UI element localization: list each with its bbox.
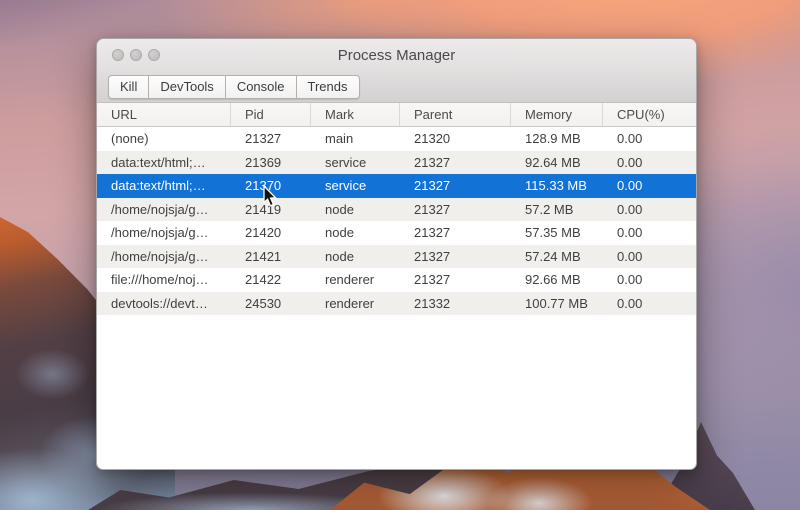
table-cell: 21327 — [414, 178, 451, 194]
column-header-pid[interactable]: Pid — [231, 103, 311, 126]
table-cell: data:text/html;… — [111, 178, 206, 194]
table-cell: 21327 — [414, 225, 451, 241]
table-row[interactable]: data:text/html;… 21369 service 21327 92.64 M… — [97, 150, 696, 174]
table-cell: 0.00 — [617, 131, 643, 147]
table-cell: 21327 — [414, 248, 451, 264]
table-cell: /home/nojsja/g… — [111, 248, 209, 264]
minimize-button-icon[interactable] — [130, 49, 142, 61]
table-cell: 21327 — [414, 272, 451, 288]
table-row[interactable]: data:text/html;… 21370 service 21327 115.33 … — [97, 174, 696, 198]
table-cell: 100.77 MB — [525, 295, 588, 311]
table-cell: 21327 — [414, 201, 451, 217]
table-cell: 21332 — [414, 295, 451, 311]
table-cell: 21369 — [245, 154, 282, 170]
table-cell: 0.00 — [617, 295, 643, 311]
window-title: Process Manager — [337, 46, 456, 64]
table-cell: devtools://devt… — [111, 295, 208, 311]
table-cell: 21327 — [414, 154, 451, 170]
table-cell: /home/nojsja/g… — [111, 201, 209, 217]
table-row[interactable]: /home/nojsja/g… 21419 node 21327 57.2 MB 0.00 — [97, 197, 696, 221]
table-cell: 0.00 — [617, 154, 643, 170]
table-cell: 21327 — [245, 131, 282, 147]
table-cell: 115.33 MB — [525, 178, 587, 194]
table-row[interactable]: file:///home/noj… 21422 renderer 21327 92.66… — [97, 268, 696, 292]
close-button-icon[interactable] — [112, 49, 124, 61]
table-cell: data:text/html;… — [111, 154, 206, 170]
table-cell: node — [325, 225, 354, 241]
table-cell: 21419 — [245, 201, 282, 217]
table-cell: 21320 — [414, 131, 451, 147]
column-header-memory[interactable]: Memory — [511, 103, 603, 126]
table-cell: /home/nojsja/g… — [111, 225, 209, 241]
table-cell: 0.00 — [617, 178, 643, 194]
traffic-lights — [112, 49, 160, 61]
table-cell: 128.9 MB — [525, 131, 581, 147]
column-header-url[interactable]: URL — [97, 103, 231, 126]
window-titlebar[interactable]: Process Manager — [97, 39, 696, 71]
table-cell: 24530 — [245, 295, 282, 311]
column-header-mark[interactable]: Mark — [311, 103, 400, 126]
table-cell: 0.00 — [617, 248, 643, 264]
toolbar-button-console[interactable]: Console — [225, 74, 297, 99]
table-cell: 21421 — [245, 248, 282, 264]
table-cell: 0.00 — [617, 201, 643, 217]
table-cell: service — [325, 154, 367, 170]
table-row[interactable]: devtools://devt… 24530 renderer 21332 100.77… — [97, 291, 696, 315]
table-cell: renderer — [325, 272, 375, 288]
maximize-button-icon[interactable] — [148, 49, 160, 61]
table-cell: 57.35 MB — [525, 225, 581, 241]
table-cell: 57.24 MB — [525, 248, 581, 264]
table-cell: file:///home/noj… — [111, 272, 209, 288]
table-cell: 0.00 — [617, 225, 643, 241]
toolbar-button-trends[interactable]: Trends — [296, 74, 360, 99]
table-row[interactable]: (none) 21327 main 21320 128.9 MB 0.00 — [97, 127, 696, 151]
table-cell: 21422 — [245, 272, 282, 288]
table-cell: (none) — [111, 131, 149, 147]
column-header-parent[interactable]: Parent — [400, 103, 511, 126]
table-row[interactable]: /home/nojsja/g… 21421 node 21327 57.24 MB 0.0… — [97, 244, 696, 268]
toolbar-button-devtools[interactable]: DevTools — [149, 74, 226, 99]
table-header: URL Pid Mark Parent Memory CPU(%) — [97, 103, 696, 127]
table-cell: main — [325, 131, 354, 147]
table-cell: service — [325, 178, 367, 194]
table-cell: 21370 — [245, 178, 282, 194]
table-cell: 21420 — [245, 225, 282, 241]
table-cell: 92.64 MB — [525, 154, 581, 170]
table-cell: renderer — [325, 295, 375, 311]
column-header-cpu[interactable]: CPU(%) — [603, 103, 696, 126]
process-manager-window: Process Manager Kill DevTools Console Trend… — [96, 38, 697, 470]
toolbar: Kill DevTools Console Trends — [97, 71, 696, 103]
table-cell: 57.2 MB — [525, 201, 574, 217]
table-cell: node — [325, 248, 354, 264]
toolbar-button-kill[interactable]: Kill — [108, 74, 150, 99]
table-cell: node — [325, 201, 354, 217]
table-cell: 92.66 MB — [525, 272, 581, 288]
table-body: (none) 21327 main 21320 128.9 MB 0.00 data:tex… — [97, 127, 696, 315]
toolbar-button-group: Kill DevTools Console Trends — [108, 74, 360, 99]
table-row[interactable]: /home/nojsja/g… 21420 node 21327 57.35 MB 0.0… — [97, 221, 696, 245]
table-cell: 0.00 — [617, 272, 643, 288]
